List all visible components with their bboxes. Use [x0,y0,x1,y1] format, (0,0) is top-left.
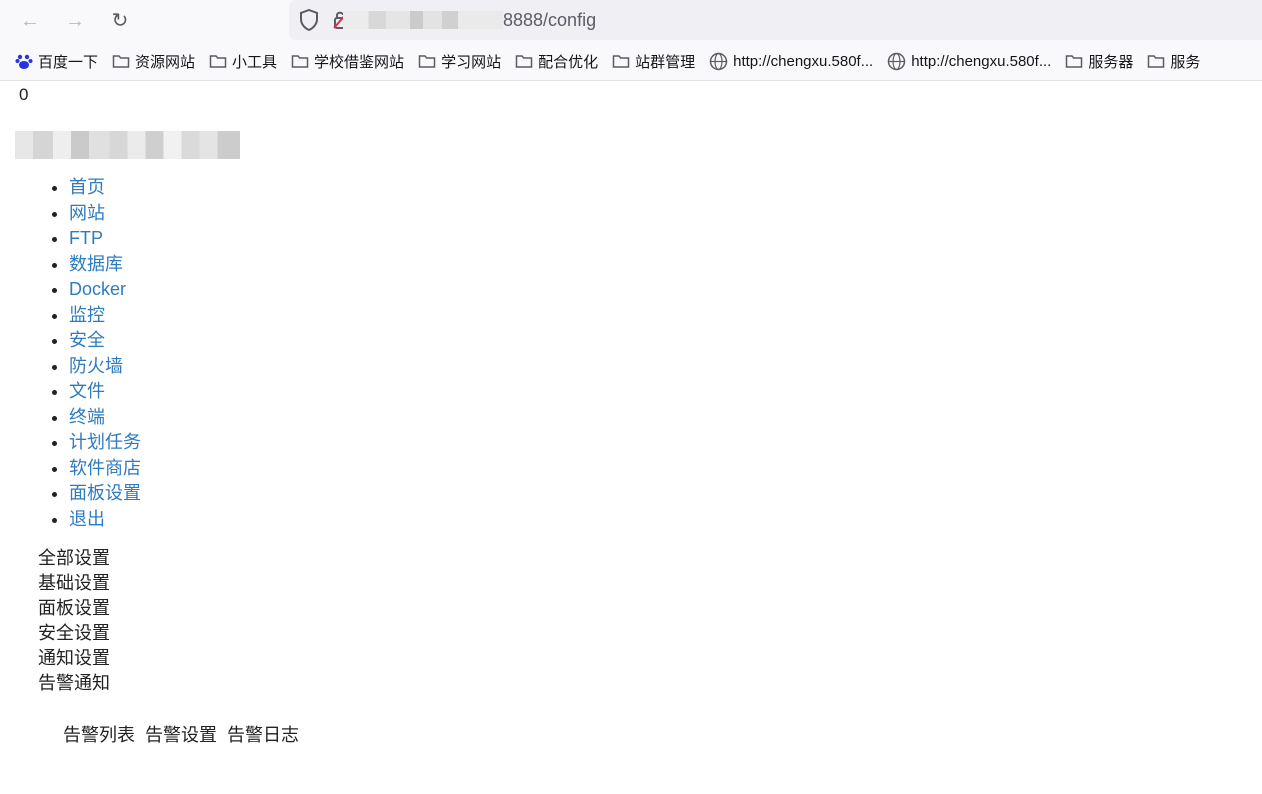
folder-icon [1148,55,1165,68]
bookmarks-toolbar: 百度一下 资源网站 小工具 学校借鉴网站 学习网站 配合优化 站群管理 http… [0,42,1262,80]
folder-icon [515,55,533,68]
nav-item-monitoring: 监控 [69,303,141,329]
bookmark-label: 学习网站 [441,53,502,71]
folder-icon [1066,55,1083,68]
browser-chrome: ← → ↻ 8888/config 百度一下 资源网站 小工具 学校借鉴网站 学… [0,0,1262,81]
folder-icon [209,55,227,68]
main-navigation: 首页 网站 FTP 数据库 Docker 监控 安全 防火墙 文件 终端 计划任… [0,175,141,532]
bookmark-label: http://chengxu.580f... [911,52,1052,70]
bookmark-folder-school-reference[interactable]: 学校借鉴网站 [291,51,404,72]
page-content: 0 首页 网站 FTP 数据库 Docker 监控 安全 防火墙 文件 终端 计… [0,81,1262,794]
globe-icon [887,52,906,70]
nav-link-files[interactable]: 文件 [69,381,105,401]
redacted-host [343,11,503,29]
bookmark-link-chengxu-2[interactable]: http://chengxu.580f... [887,52,1051,71]
bookmark-label: 百度一下 [38,53,99,71]
settings-tab-alerts[interactable]: 告警通知 [38,671,110,696]
folder-icon [291,55,309,68]
nav-item-home: 首页 [69,175,141,201]
bookmark-folder-learning[interactable]: 学习网站 [418,51,501,72]
url-text: 8888/config [503,10,597,30]
bookmark-folder-services[interactable]: 服务 [1147,51,1200,72]
nav-item-cron: 计划任务 [69,430,141,456]
nav-item-docker: Docker [69,277,141,303]
bookmark-label: 小工具 [232,53,278,71]
bookmark-link-chengxu-1[interactable]: http://chengxu.580f... [709,52,873,71]
bookmark-folder-optimization[interactable]: 配合优化 [515,51,598,72]
nav-item-logout: 退出 [69,507,141,533]
redacted-host-title [15,131,240,159]
nav-item-terminal: 终端 [69,405,141,431]
nav-link-terminal[interactable]: 终端 [69,407,105,427]
reload-icon: ↻ [111,10,129,32]
shield-icon [300,9,318,31]
reload-button[interactable]: ↻ [105,6,135,36]
settings-tab-panel[interactable]: 面板设置 [38,596,110,621]
bookmark-folder-tools[interactable]: 小工具 [209,51,277,72]
nav-link-sites[interactable]: 网站 [69,203,105,223]
bookmark-label: 站群管理 [635,53,696,71]
nav-item-firewall: 防火墙 [69,354,141,380]
nav-link-monitoring[interactable]: 监控 [69,305,105,325]
nav-item-ftp: FTP [69,226,141,252]
bookmark-folder-servers[interactable]: 服务器 [1065,51,1133,72]
alert-tabs: 告警列表 告警设置 告警日志 [63,721,299,747]
nav-item-app-store: 软件商店 [69,456,141,482]
nav-item-panel-settings: 面板设置 [69,481,141,507]
baidu-icon [15,54,33,69]
nav-link-cron[interactable]: 计划任务 [69,432,141,452]
settings-tab-security[interactable]: 安全设置 [38,621,110,646]
nav-link-app-store[interactable]: 软件商店 [69,458,141,478]
folder-icon [612,55,630,68]
address-bar[interactable]: 8888/config [289,0,1262,40]
bookmark-label: 学校借鉴网站 [314,53,405,71]
nav-link-home[interactable]: 首页 [69,177,105,197]
globe-icon [709,52,728,70]
nav-link-firewall[interactable]: 防火墙 [69,356,123,376]
folder-icon [418,55,436,68]
nav-item-database: 数据库 [69,252,141,278]
nav-item-files: 文件 [69,379,141,405]
alert-tab-list[interactable]: 告警列表 [63,725,135,745]
folder-icon [112,55,130,68]
nav-link-security[interactable]: 安全 [69,330,105,350]
nav-link-docker[interactable]: Docker [69,279,126,299]
bookmark-label: 资源网站 [135,53,196,71]
settings-tab-all[interactable]: 全部设置 [38,546,110,571]
alert-tab-log[interactable]: 告警日志 [227,725,299,745]
bookmark-folder-resources[interactable]: 资源网站 [112,51,195,72]
bookmark-label: http://chengxu.580f... [733,52,874,70]
back-button[interactable]: ← [15,6,45,36]
bookmark-label: 服务 [1170,53,1201,71]
settings-tab-basic[interactable]: 基础设置 [38,571,110,596]
navigation-toolbar: ← → ↻ 8888/config [0,0,1262,42]
forward-button[interactable]: → [60,6,90,36]
nav-link-database[interactable]: 数据库 [69,254,123,274]
settings-menu: 全部设置 基础设置 面板设置 安全设置 通知设置 告警通知 [38,546,110,696]
nav-item-sites: 网站 [69,201,141,227]
alert-tab-settings[interactable]: 告警设置 [145,725,217,745]
bookmark-label: 配合优化 [538,53,599,71]
bookmark-folder-site-group[interactable]: 站群管理 [612,51,695,72]
bookmark-label: 服务器 [1088,53,1134,71]
arrow-left-icon: ← [20,10,40,32]
nav-link-ftp[interactable]: FTP [69,228,103,248]
bookmark-baidu[interactable]: 百度一下 [15,51,98,72]
counter-value: 0 [19,85,29,104]
settings-tab-notification[interactable]: 通知设置 [38,646,110,671]
nav-link-logout[interactable]: 退出 [69,509,105,529]
nav-link-panel-settings[interactable]: 面板设置 [69,483,141,503]
nav-item-security: 安全 [69,328,141,354]
arrow-right-icon: → [65,10,85,32]
